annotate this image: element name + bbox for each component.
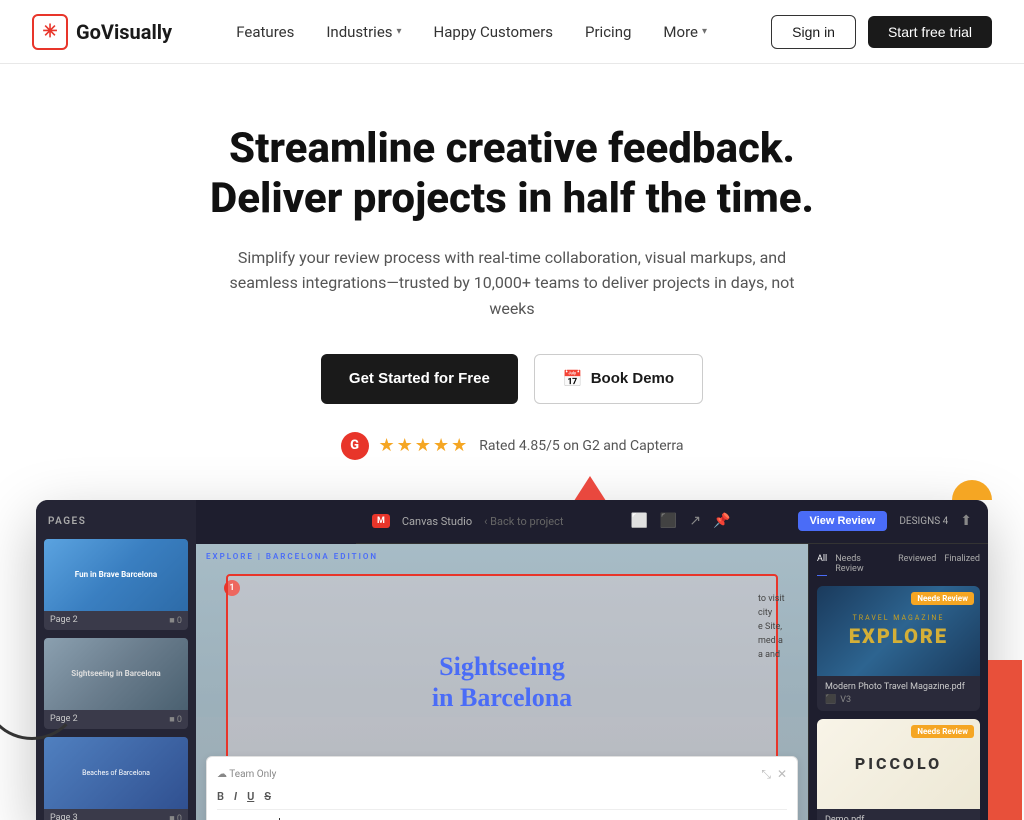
comment-team-label: ☁ Team Only [217,769,276,780]
explore-tag: EXPLORE | BARCELONA EDITION [206,552,378,561]
hero-section: Streamline creative feedback. Deliver pr… [122,64,902,500]
needs-review-badge-2: Needs Review [911,725,974,738]
signin-button[interactable]: Sign in [771,15,856,49]
nav-link-features[interactable]: Features [236,23,294,41]
app-main-area: 1 Sightseeingin Barcelona EXPLORE | BARC… [196,544,988,820]
comment-text: Can we try I [217,818,787,820]
page-thumb-image-3: Beaches of Barcelona [44,737,188,809]
nav-link-pricing[interactable]: Pricing [585,23,631,41]
hero-subtitle: Simplify your review process with real-t… [222,245,802,322]
app-topbar: M Canvas Studio ‹ Back to project ⬜ ⬛ ↗ … [356,500,988,544]
frame-icon: ⬜ [630,513,647,529]
logo-text: GoVisually [76,20,172,44]
nav-links: Features Industries ▾ Happy Customers Pr… [236,23,707,41]
canvas-title-text: Sightseeingin Barcelona [432,651,572,713]
star-rating: ★★★★★ [379,435,470,456]
design-card-explore-image: Needs Review TRAVEL MAGAZINE EXPLORE [817,586,980,676]
comment-panel: ☁ Team Only ⤡ ✕ B I U S Can we [206,756,798,820]
design-card-piccolo[interactable]: Needs Review PICCOLO Demo.pdf ⬛ V1 [817,719,980,820]
app-mockup: PAGES Fun in Brave Barcelona Page 2 ■ 0 … [36,500,988,820]
chevron-down-icon: ▾ [397,26,402,37]
navbar: ✳ GoVisually Features Industries ▾ Happy… [0,0,1024,64]
filter-all[interactable]: All [817,552,827,576]
rating-row: G ★★★★★ Rated 4.85/5 on G2 and Capterra [146,432,878,460]
get-started-button[interactable]: Get Started for Free [321,354,518,404]
crop-icon: ⬛ [660,513,677,529]
pages-sidebar-header: PAGES [44,508,188,539]
logo-icon: ✳ [32,14,68,50]
page-thumb-1[interactable]: Fun in Brave Barcelona Page 2 ■ 0 [44,539,188,630]
view-review-button[interactable]: View Review [798,511,888,531]
hero-title: Streamline creative feedback. Deliver pr… [146,124,878,225]
filter-finalized[interactable]: Finalized [944,552,980,576]
pin-icon: 📌 [713,513,730,529]
nav-link-happy-customers[interactable]: Happy Customers [434,23,553,41]
design-card-piccolo-name: Demo.pdf [825,815,972,820]
pages-sidebar: PAGES Fun in Brave Barcelona Page 2 ■ 0 … [36,500,196,820]
pointer-icon: ↗ [689,513,701,529]
share-icon[interactable]: ⬆ [960,513,972,529]
book-demo-button[interactable]: 📅 Book Demo [534,354,703,404]
design-canvas: 1 Sightseeingin Barcelona EXPLORE | BARC… [196,544,808,820]
screenshot-section: PAGES Fun in Brave Barcelona Page 2 ■ 0 … [12,500,1012,820]
chevron-down-icon: ▾ [702,26,707,37]
calendar-icon: 📅 [563,369,583,389]
needs-review-badge-1: Needs Review [911,592,974,605]
hero-buttons: Get Started for Free 📅 Book Demo [146,354,878,404]
back-link[interactable]: ‹ Back to project [484,515,563,528]
expand-icon[interactable]: ⤡ [761,767,771,782]
filter-reviewed[interactable]: Reviewed [898,552,936,576]
app-name-badge: M [372,514,390,528]
page-thumb-image-1: Fun in Brave Barcelona [44,539,188,611]
page-thumb-3[interactable]: Beaches of Barcelona Page 3 ■ 0 [44,737,188,820]
design-card-piccolo-image: Needs Review PICCOLO [817,719,980,809]
nav-link-more[interactable]: More ▾ [663,23,707,41]
designs-count-badge: DESIGNS 4 [899,516,948,527]
filter-needs-review[interactable]: Needs Review [835,552,890,576]
bold-button[interactable]: B [217,790,224,803]
nav-actions: Sign in Start free trial [771,15,992,49]
design-card-explore-name: Modern Photo Travel Magazine.pdf [825,682,972,692]
app-project-name: Canvas Studio [402,515,472,528]
logo-link[interactable]: ✳ GoVisually [32,14,172,50]
rating-text: Rated 4.85/5 on G2 and Capterra [479,438,683,454]
nav-link-industries[interactable]: Industries ▾ [326,23,401,41]
close-icon[interactable]: ✕ [777,767,787,782]
app-content-area: M Canvas Studio ‹ Back to project ⬜ ⬛ ↗ … [196,500,988,820]
designs-filter-tabs: All Needs Review Reviewed Finalized [817,552,980,576]
canvas-side-text: to visit city e Site, med a a and [758,594,808,664]
italic-button[interactable]: I [234,790,237,803]
g2-badge: G [341,432,369,460]
semicircle-decoration [952,480,992,500]
designs-panel: All Needs Review Reviewed Finalized Need… [808,544,988,820]
design-card-explore-version: ⬛ V3 [825,695,972,705]
design-card-explore[interactable]: Needs Review TRAVEL MAGAZINE EXPLORE Mod… [817,586,980,711]
underline-button[interactable]: U [247,790,254,803]
page-thumb-image-2: Sightseeing in Barcelona [44,638,188,710]
start-trial-button[interactable]: Start free trial [868,16,992,48]
strikethrough-button[interactable]: S [264,790,271,803]
